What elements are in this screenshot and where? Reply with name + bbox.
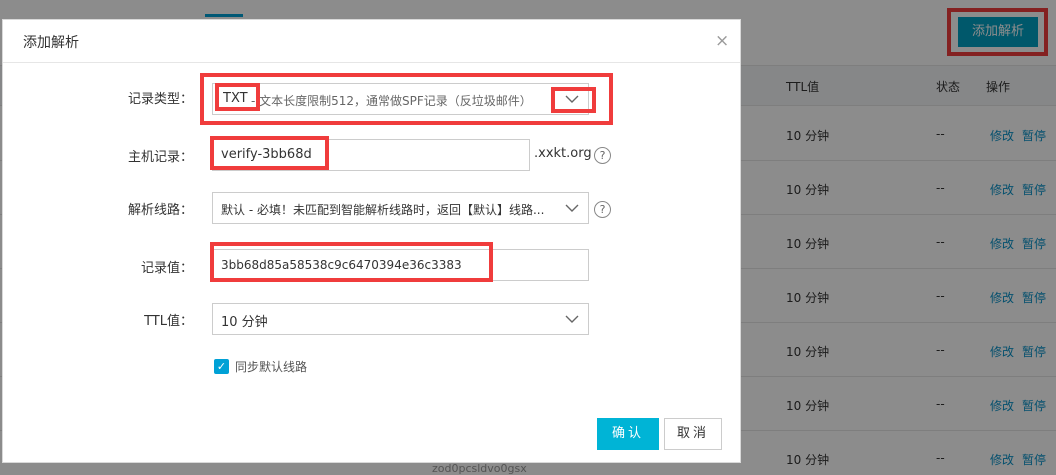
record-type-label: 记录类型： <box>127 92 193 107</box>
sync-default-checkbox[interactable]: ✓ <box>214 359 229 374</box>
chevron-down-icon <box>565 315 579 323</box>
host-record-input[interactable]: verify-3bb68d <box>212 139 530 171</box>
record-value-label: 记录值： <box>140 261 193 276</box>
sync-default-label: 同步默认线路 <box>235 360 308 374</box>
resolution-line-label: 解析线路： <box>127 203 193 218</box>
record-value-text: 3bb68d85a58538c9c6470394e36c3383 <box>221 258 462 272</box>
ttl-value: 10 分钟 <box>221 315 268 330</box>
chevron-down-icon <box>565 95 579 103</box>
cancel-button[interactable]: 取消 <box>664 418 722 450</box>
record-type-value: TXT <box>223 91 248 106</box>
dialog-header: 添加解析 × <box>3 20 740 63</box>
ttl-select[interactable]: 10 分钟 <box>212 303 589 335</box>
close-icon[interactable]: × <box>715 33 729 50</box>
host-record-value: verify-3bb68d <box>221 147 312 162</box>
domain-suffix: .xxkt.org <box>534 146 592 161</box>
record-type-select[interactable]: TXT - 文本长度限制512，通常做SPF记录（反垃圾邮件） <box>212 83 589 115</box>
add-record-dialog: 添加解析 × 记录类型： TXT - 文本长度限制512，通常做SPF记录（反垃… <box>2 19 741 463</box>
dialog-title: 添加解析 <box>23 35 79 51</box>
host-record-label: 主机记录： <box>127 150 193 165</box>
help-icon[interactable]: ? <box>594 147 611 164</box>
resolution-line-value: 默认 - 必填！未匹配到智能解析线路时，返回【默认】线路... <box>221 203 545 217</box>
confirm-button[interactable]: 确认 <box>597 418 659 450</box>
help-icon[interactable]: ? <box>594 201 611 218</box>
resolution-line-select[interactable]: 默认 - 必填！未匹配到智能解析线路时，返回【默认】线路... <box>212 192 589 224</box>
chevron-down-icon <box>565 204 579 212</box>
record-value-input[interactable]: 3bb68d85a58538c9c6470394e36c3383 <box>212 249 589 281</box>
record-type-description: - 文本长度限制512，通常做SPF记录（反垃圾邮件） <box>251 94 532 108</box>
ttl-label: TTL值： <box>144 314 193 329</box>
